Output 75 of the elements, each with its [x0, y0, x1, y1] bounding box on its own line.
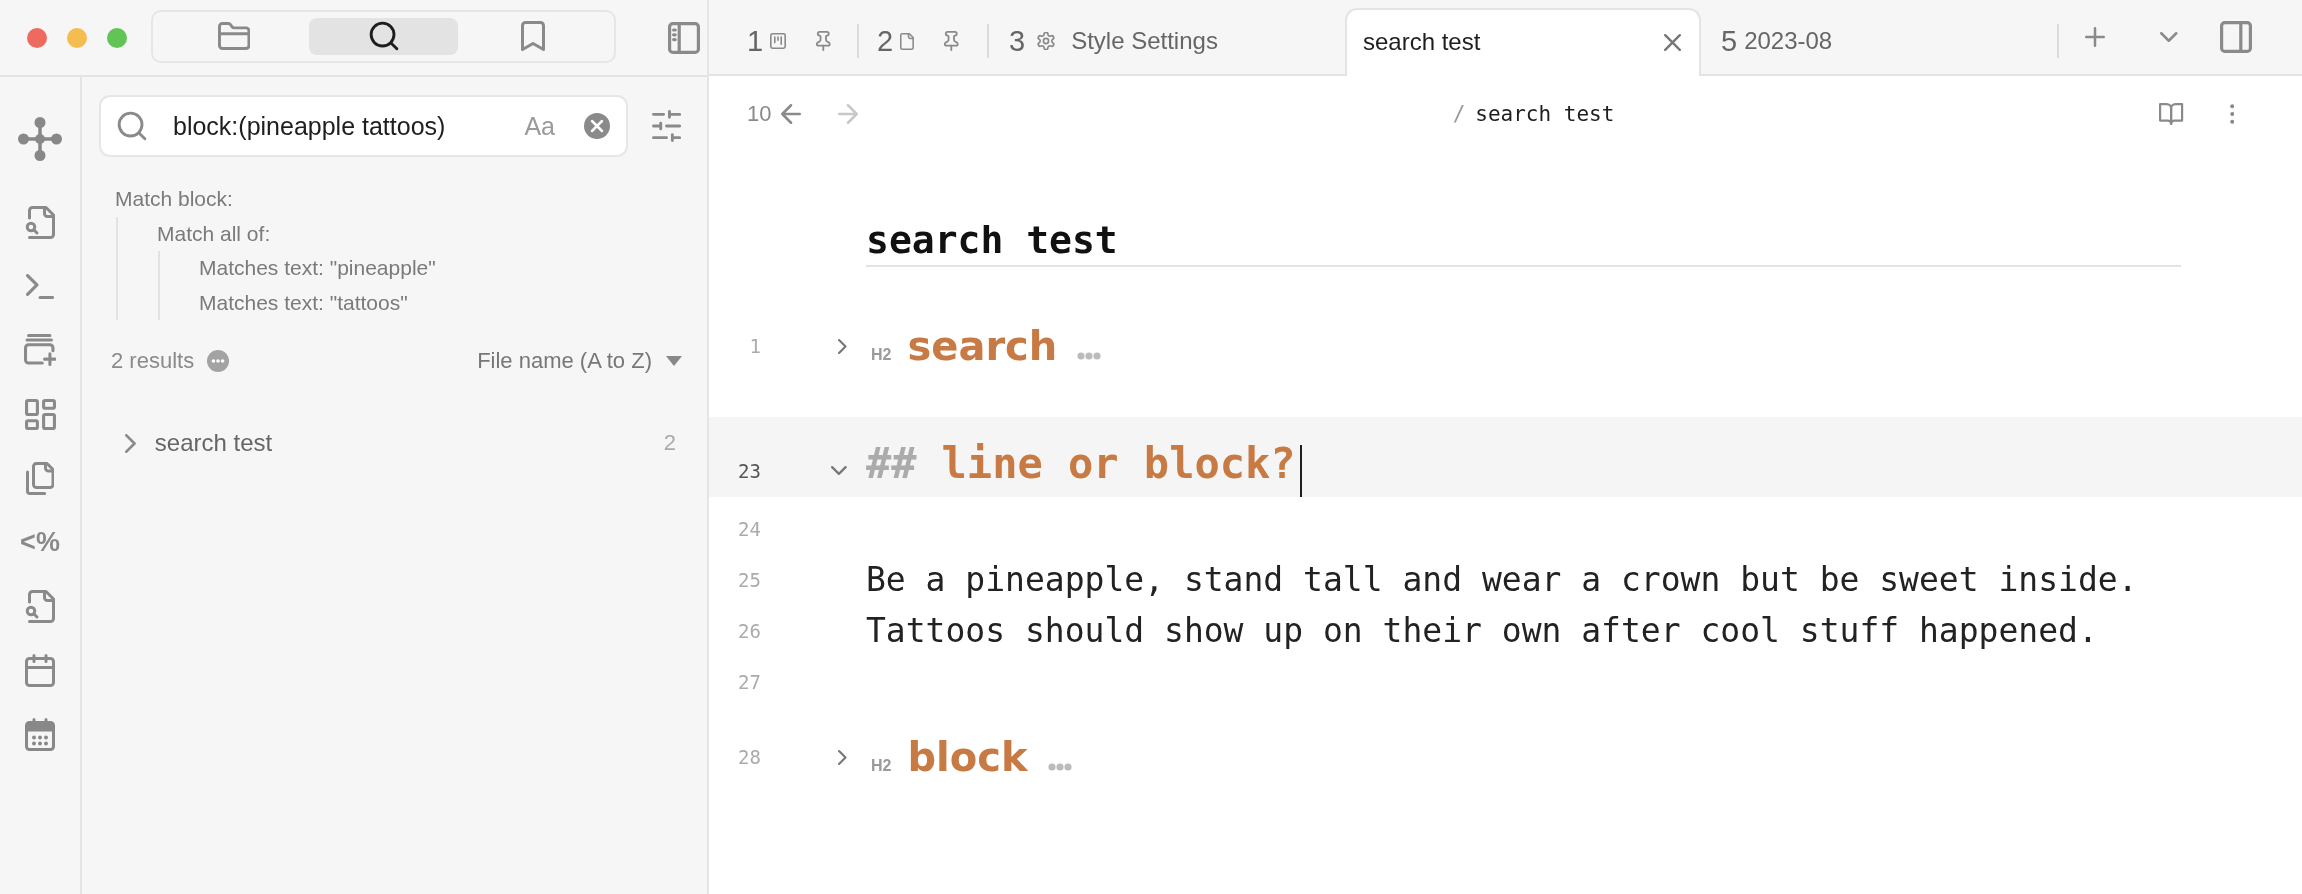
line-number: 27: [737, 669, 761, 695]
inline-title[interactable]: search test: [866, 215, 2181, 267]
calendar-icon[interactable]: [25, 653, 55, 687]
result-title[interactable]: search test: [154, 429, 273, 457]
zoom-window-button[interactable]: [107, 27, 127, 48]
back-arrow-icon[interactable]: [781, 104, 802, 124]
more-options-icon[interactable]: [2229, 104, 2234, 124]
query-clause: Matches text: "tattoos": [199, 289, 409, 316]
text-line: Be a pineapple, stand tall and wear a crown but be sweet inside.: [866, 559, 2138, 601]
search-settings-icon[interactable]: [652, 110, 682, 142]
line-number: 25: [737, 567, 761, 593]
heading-text: search: [907, 322, 1058, 371]
search-icon[interactable]: [368, 21, 399, 51]
query-clause: Match all of:: [157, 220, 272, 247]
file-search-icon[interactable]: [25, 589, 55, 623]
folder-icon[interactable]: [217, 22, 251, 50]
sidebar-toggle-icon[interactable]: [2219, 21, 2252, 53]
line-number: 26: [737, 618, 761, 644]
editor-tab[interactable]: 1: [729, 8, 857, 74]
line-number: 28: [737, 745, 761, 770]
search-icon: [117, 111, 147, 141]
caret-down-icon: [666, 356, 682, 366]
layout-icon[interactable]: [24, 398, 56, 430]
breadcrumb-separator: /: [1452, 102, 1466, 126]
editor-tab[interactable]: search test: [1345, 8, 1701, 76]
query-clause: Matches text: "pineapple": [199, 255, 437, 281]
heading-level-tag: H2: [871, 757, 892, 775]
breadcrumb-title[interactable]: search test: [1475, 102, 1615, 126]
calendar-grid-icon[interactable]: [25, 717, 55, 751]
heading-level-tag: H2: [871, 346, 892, 364]
heading-markup: ##: [866, 439, 917, 489]
heading-text: line or block?: [941, 439, 1296, 489]
heading-text: block: [907, 733, 1028, 782]
search-tab[interactable]: [308, 17, 459, 55]
board-icon: [770, 33, 787, 49]
clear-search-icon[interactable]: [584, 113, 610, 139]
line-number: 1: [748, 334, 761, 359]
line-number: 23: [737, 459, 761, 484]
template-button[interactable]: <%: [20, 528, 60, 556]
sidebar-toggle-icon[interactable]: [668, 21, 700, 54]
pin-icon[interactable]: [944, 31, 959, 51]
chevron-down-icon[interactable]: [2160, 32, 2178, 42]
chevron-right-icon[interactable]: [125, 433, 136, 453]
query-clause: Match block:: [115, 186, 234, 212]
cards-plus-icon[interactable]: [24, 334, 56, 366]
result-count: 2: [663, 430, 676, 456]
editor-tab[interactable]: 3 Style Settings: [989, 8, 1345, 74]
book-icon[interactable]: [2159, 103, 2184, 125]
file-search-icon[interactable]: [25, 205, 55, 239]
ellipsis-icon[interactable]: [1077, 352, 1102, 360]
text-cursor: [1299, 445, 1302, 497]
ellipsis-icon[interactable]: [1047, 763, 1072, 771]
chevron-down-icon[interactable]: [831, 466, 847, 475]
copy-icon[interactable]: [25, 461, 55, 495]
close-icon[interactable]: [1664, 33, 1681, 51]
line-number: 24: [737, 516, 761, 542]
gear-icon: [1037, 32, 1056, 50]
match-case-button[interactable]: Aa: [524, 111, 555, 141]
more-options-icon[interactable]: [207, 350, 230, 372]
results-count: 2 results: [111, 348, 195, 374]
close-window-button[interactable]: [27, 27, 47, 48]
terminal-icon[interactable]: [25, 273, 55, 299]
pin-icon[interactable]: [816, 31, 831, 51]
new-tab-icon[interactable]: [2085, 27, 2105, 47]
text-line: Tattoos should show up on their own after cool stuff happened.: [866, 610, 2098, 652]
editor-tab[interactable]: 2: [859, 8, 987, 74]
chevron-right-icon[interactable]: [838, 749, 847, 765]
editor-tab[interactable]: 5 2023-08: [1701, 8, 2057, 74]
bookmark-icon[interactable]: [521, 21, 546, 51]
file-icon: [900, 32, 915, 50]
search-field[interactable]: block:(pineapple tattoos) Aa: [99, 95, 628, 157]
history-count: 10: [747, 101, 772, 127]
sort-dropdown[interactable]: File name (A to Z): [477, 348, 682, 374]
chevron-right-icon[interactable]: [838, 338, 847, 354]
graph-icon[interactable]: [18, 117, 62, 161]
